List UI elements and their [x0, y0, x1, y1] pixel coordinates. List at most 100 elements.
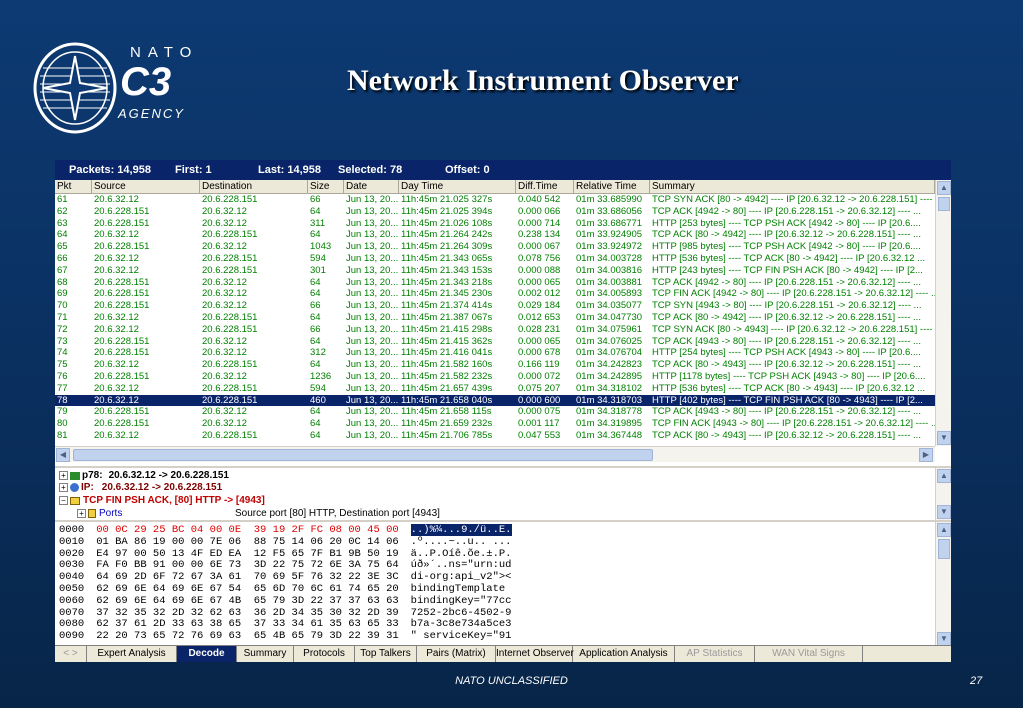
- scroll-down-icon[interactable]: ▼: [937, 632, 951, 645]
- cell-relative-time: 01m 34.076025: [576, 335, 643, 347]
- vscroll-thumb[interactable]: [938, 539, 950, 559]
- packet-row[interactable]: 78 20.6.32.12 20.6.228.151 460 Jun 13, 20...…: [55, 394, 935, 407]
- packet-row[interactable]: 66 20.6.32.12 20.6.228.151 594 Jun 13, 20...…: [55, 253, 935, 265]
- cell-size: 64: [310, 429, 321, 441]
- packet-row[interactable]: 76 20.6.228.151 20.6.32.12 1236 Jun 13, 20..…: [55, 371, 935, 383]
- tab-expert-analysis[interactable]: Expert Analysis: [87, 646, 177, 662]
- scroll-down-icon[interactable]: ▼: [937, 431, 951, 445]
- packet-row[interactable]: 62 20.6.228.151 20.6.32.12 64 Jun 13, 20... 1…: [55, 206, 935, 218]
- packet-row[interactable]: 74 20.6.228.151 20.6.32.12 312 Jun 13, 20...…: [55, 347, 935, 359]
- cell-summary: TCP SYN ACK [80 -> 4942] ---- IP [20.6.3…: [652, 194, 935, 205]
- tab-internet-observer[interactable]: Internet Observer: [496, 646, 574, 662]
- cell-pkt: 63: [57, 217, 68, 229]
- packet-list-vscroll[interactable]: ▲ ▼: [935, 180, 951, 446]
- packet-row[interactable]: 69 20.6.228.151 20.6.32.12 64 Jun 13, 20... 1…: [55, 288, 935, 300]
- scroll-down-icon[interactable]: ▼: [937, 505, 951, 519]
- cell-date: Jun 13, 20...: [346, 229, 399, 241]
- packet-row[interactable]: 79 20.6.228.151 20.6.32.12 64 Jun 13, 20... 1…: [55, 406, 935, 418]
- compass-star-icon: [33, 42, 117, 134]
- collapse-icon[interactable]: −: [59, 496, 68, 505]
- tab-pairs-matrix[interactable]: Pairs (Matrix): [417, 646, 496, 662]
- expand-icon[interactable]: +: [77, 509, 86, 518]
- cell-summary: TCP ACK [4942 -> 80] ---- IP [20.6.228.1…: [652, 276, 921, 288]
- column-header-diff-time[interactable]: Diff.Time: [516, 180, 574, 194]
- packet-row[interactable]: 71 20.6.32.12 20.6.228.151 64 Jun 13, 20... 1…: [55, 312, 935, 324]
- cell-destination: 20.6.32.12: [202, 217, 247, 229]
- cell-day-time: 11h:45m 21.025 327s: [401, 194, 493, 205]
- scroll-right-icon[interactable]: ▶: [919, 448, 933, 462]
- scroll-up-icon[interactable]: ▲: [937, 523, 951, 537]
- cell-date: Jun 13, 20...: [346, 288, 399, 300]
- hex-bytes: FA F0 BB 91 00 00 6E 73 3D 22 75 72 6E 3…: [96, 559, 399, 572]
- cell-diff-time: 0.028 231: [518, 323, 561, 335]
- cell-size: 66: [310, 194, 321, 205]
- column-header-relative-time[interactable]: Relative Time: [574, 180, 650, 194]
- column-header-date[interactable]: Date: [344, 180, 399, 194]
- decode-ports-line[interactable]: + Ports Source port [80] HTTP, Destinati…: [77, 507, 440, 520]
- packet-row[interactable]: 61 20.6.32.12 20.6.228.151 66 Jun 13, 20... 1…: [55, 194, 935, 206]
- cell-destination: 20.6.32.12: [202, 370, 247, 382]
- decode-tcp-line[interactable]: − TCP FIN PSH ACK, [80] HTTP -> [4943]: [59, 494, 265, 507]
- scroll-left-icon[interactable]: ◀: [56, 448, 70, 462]
- envelope-icon: [70, 496, 80, 505]
- packet-row[interactable]: 73 20.6.228.151 20.6.32.12 64 Jun 13, 20... 1…: [55, 336, 935, 348]
- hscroll-thumb[interactable]: [73, 449, 653, 461]
- tab-top-talkers[interactable]: Top Talkers: [355, 646, 417, 662]
- cell-destination: 20.6.228.151: [202, 311, 258, 323]
- scroll-up-icon[interactable]: ▲: [937, 469, 951, 483]
- packet-row[interactable]: 75 20.6.32.12 20.6.228.151 64 Jun 13, 20... 1…: [55, 359, 935, 371]
- packet-row[interactable]: 77 20.6.32.12 20.6.228.151 594 Jun 13, 20...…: [55, 383, 935, 395]
- first-packet: First: 1: [175, 164, 212, 176]
- tab-protocols[interactable]: Protocols: [294, 646, 355, 662]
- decode-vscroll[interactable]: ▲ ▼: [935, 468, 951, 520]
- cell-summary: TCP FIN ACK [4942 -> 80] ---- IP [20.6.2…: [652, 288, 935, 300]
- column-header-size[interactable]: Size: [308, 180, 344, 194]
- cell-date: Jun 13, 20...: [346, 347, 399, 359]
- hex-line: 0080 62 37 61 2D 33 63 38 65 37 33 34 61 …: [59, 619, 512, 630]
- hex-vscroll[interactable]: ▲ ▼: [935, 522, 951, 645]
- cell-source: 20.6.32.12: [94, 323, 139, 335]
- cell-source: 20.6.228.151: [94, 406, 150, 418]
- column-header-pkt[interactable]: Pkt: [55, 180, 92, 194]
- cell-date: Jun 13, 20...: [346, 205, 399, 217]
- tab-decode[interactable]: Decode: [177, 646, 237, 662]
- cell-size: 594: [310, 252, 326, 264]
- vscroll-thumb[interactable]: [938, 197, 950, 211]
- packet-row[interactable]: 70 20.6.228.151 20.6.32.12 66 Jun 13, 20... 1…: [55, 300, 935, 312]
- cell-destination: 20.6.32.12: [202, 335, 247, 347]
- cell-date: Jun 13, 20...: [346, 252, 399, 264]
- cell-size: 1043: [310, 241, 332, 253]
- cell-diff-time: 0.047 553: [518, 429, 561, 441]
- packet-row[interactable]: 68 20.6.228.151 20.6.32.12 64 Jun 13, 20... 1…: [55, 277, 935, 289]
- cell-summary: TCP ACK [80 -> 4942] ---- IP [20.6.32.12…: [652, 311, 921, 323]
- cell-pkt: 66: [57, 252, 68, 264]
- tab-wan-vital-signs[interactable]: WAN Vital Signs: [755, 646, 863, 662]
- cell-day-time: 11h:45m 21.582 160s: [401, 359, 493, 371]
- packet-list-hscroll[interactable]: ◀ ▶: [55, 446, 935, 462]
- tab-application-analysis[interactable]: Application Analysis: [573, 646, 675, 662]
- column-header-summary[interactable]: Summary: [650, 180, 935, 194]
- tab-summary[interactable]: Summary: [237, 646, 294, 662]
- column-header-destination[interactable]: Destination: [200, 180, 308, 194]
- tab-ap-statistics[interactable]: AP Statistics: [675, 646, 755, 662]
- cell-day-time: 11h:45m 21.025 394s: [401, 205, 493, 217]
- cell-size: 64: [310, 205, 321, 217]
- packet-row[interactable]: 81 20.6.32.12 20.6.228.151 64 Jun 13, 20... 1…: [55, 430, 935, 442]
- expand-icon[interactable]: +: [59, 471, 68, 480]
- column-header-day-time[interactable]: Day Time: [399, 180, 516, 194]
- packet-row[interactable]: 67 20.6.32.12 20.6.228.151 301 Jun 13, 20...…: [55, 265, 935, 277]
- expand-icon[interactable]: +: [59, 483, 68, 492]
- column-header-source[interactable]: Source: [92, 180, 200, 194]
- packet-row[interactable]: 72 20.6.32.12 20.6.228.151 66 Jun 13, 20... 1…: [55, 324, 935, 336]
- packet-row[interactable]: 80 20.6.228.151 20.6.32.12 64 Jun 13, 20... 1…: [55, 418, 935, 430]
- cell-diff-time: 0.001 117: [518, 418, 560, 430]
- decode-ip-line[interactable]: + IP: 20.6.32.12 -> 20.6.228.151: [59, 481, 222, 494]
- slide-title: Network Instrument Observer: [347, 64, 739, 97]
- tab-scroll-icon[interactable]: < >: [55, 646, 87, 662]
- scroll-up-icon[interactable]: ▲: [937, 181, 951, 195]
- packet-row[interactable]: 65 20.6.228.151 20.6.32.12 1043 Jun 13, 20..…: [55, 241, 935, 253]
- cell-day-time: 11h:45m 21.658 115s: [401, 406, 492, 418]
- packet-row[interactable]: 63 20.6.228.151 20.6.32.12 311 Jun 13, 20...…: [55, 218, 935, 230]
- hex-bytes: 62 69 6E 64 69 6E 67 54 65 6D 70 6C 61 7…: [96, 583, 399, 595]
- packet-row[interactable]: 64 20.6.32.12 20.6.228.151 64 Jun 13, 20... 1…: [55, 229, 935, 241]
